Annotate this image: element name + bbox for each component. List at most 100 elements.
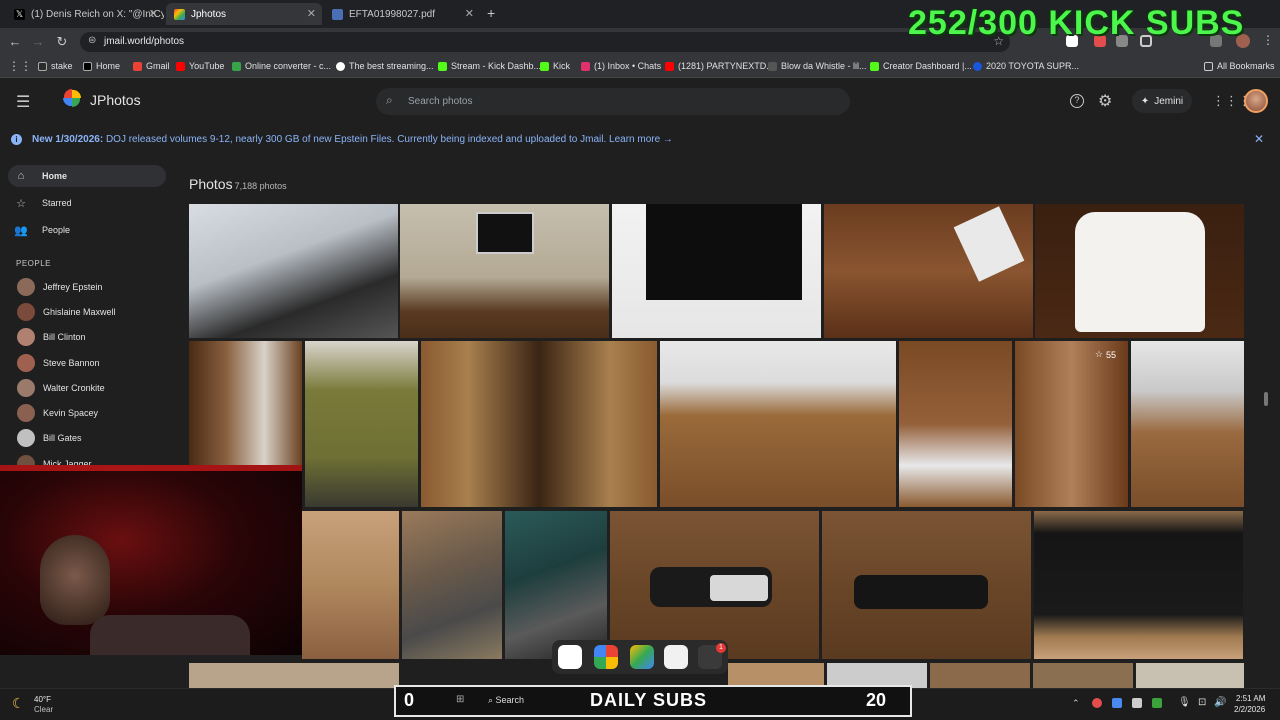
close-tab-icon[interactable]: ✕ [307, 7, 316, 20]
photo-thumbnail[interactable] [1034, 511, 1243, 659]
photo-count: 7,188 photos [234, 181, 287, 191]
bookmark-item[interactable]: Home [83, 61, 120, 71]
drive-icon[interactable] [630, 645, 654, 669]
tray-app-icon[interactable] [1152, 698, 1162, 708]
gmail-icon[interactable] [558, 645, 582, 669]
sidebar-item-home[interactable]: ⌂ Home [8, 165, 166, 187]
photo-thumbnail[interactable] [189, 663, 399, 688]
search-icon: ⌕ [386, 93, 393, 107]
bookmark-item[interactable]: YouTube [176, 61, 224, 71]
photo-thumbnail[interactable] [421, 341, 657, 507]
clock-date: 2/2/2026 [1234, 705, 1266, 714]
flights-icon[interactable] [664, 645, 688, 669]
browser-menu-icon[interactable]: ⋮ [1262, 33, 1274, 47]
bookmark-item[interactable]: Creator Dashboard |... [870, 61, 972, 71]
photo-thumbnail[interactable] [305, 341, 418, 507]
photos-icon[interactable] [594, 645, 618, 669]
reload-icon[interactable]: ↻ [54, 34, 70, 50]
star-icon: ☆ [16, 197, 26, 210]
bookmark-item[interactable]: 2020 TOYOTA SUPR... [973, 61, 1079, 71]
bookmark-item[interactable]: Online converter - c... [232, 61, 331, 71]
person-item[interactable]: Jeffrey Epstein [17, 277, 102, 297]
tray-chevron-icon[interactable]: ⌃ [1072, 698, 1080, 709]
forward-icon[interactable]: → [30, 34, 46, 49]
photo-thumbnail[interactable] [1033, 663, 1133, 688]
home-icon: ⌂ [17, 170, 25, 182]
bookmark-item[interactable]: Gmail [133, 61, 170, 71]
windows-start-icon[interactable]: ⊞ [456, 694, 464, 705]
close-tab-icon[interactable]: ✕ [149, 7, 158, 20]
account-avatar[interactable] [1244, 89, 1268, 113]
volume-icon[interactable]: 🔊 [1214, 697, 1226, 708]
people-icon: 👥 [14, 224, 28, 237]
tray-app-icon[interactable] [1092, 698, 1102, 708]
close-tab-icon[interactable]: ✕ [465, 7, 474, 20]
photo-thumbnail[interactable] [824, 204, 1033, 338]
sidebar-item-starred[interactable]: ☆ Starred [8, 192, 166, 214]
photo-thumbnail[interactable] [899, 341, 1012, 507]
taskbar-search[interactable]: ⌕ Search [488, 695, 524, 706]
photo-thumbnail[interactable] [660, 341, 896, 507]
help-icon[interactable]: ? [1070, 94, 1084, 108]
photo-thumbnail[interactable] [610, 511, 819, 659]
star-count-badge: ☆ 55 [1094, 349, 1116, 360]
info-icon: i [11, 134, 22, 145]
bookmark-item[interactable]: Kick [540, 61, 570, 71]
learn-more-link[interactable]: Learn more → [609, 134, 673, 145]
tab-x-post[interactable]: 𝕏 (1) Denis Reich on X: "@IntCyb ✕ [6, 3, 164, 25]
jemini-button[interactable]: ✦ Jemini [1132, 89, 1192, 113]
bookmarks-bar: ⋮⋮ stake Home Gmail YouTube Online conve… [0, 56, 1280, 78]
tray-app-icon[interactable] [1132, 698, 1142, 708]
photo-thumbnail[interactable] [1131, 341, 1244, 507]
person-item[interactable]: Kevin Spacey [17, 403, 98, 423]
photo-thumbnail[interactable] [402, 511, 502, 659]
tab-jphotos[interactable]: Jphotos ✕ [166, 3, 322, 25]
jphotos-icon [174, 8, 185, 20]
person-item[interactable]: Walter Cronkite [17, 378, 105, 398]
photo-thumbnail[interactable] [1035, 204, 1244, 338]
person-item[interactable]: Ghislaine Maxwell [17, 302, 116, 322]
search-icon: ⌕ [488, 695, 496, 705]
microphone-icon[interactable]: 🎙 [1178, 697, 1191, 708]
bookmark-item[interactable]: Stream - Kick Dashb... [438, 61, 541, 71]
tab-title: Jphotos [191, 8, 227, 20]
person-item[interactable]: Steve Bannon [17, 353, 100, 373]
site-info-icon[interactable]: ⊜ [88, 35, 96, 46]
all-bookmarks[interactable]: All Bookmarks [1204, 61, 1275, 71]
bookmark-item[interactable]: Blow da Whistle - lil... [768, 61, 867, 71]
scrollbar-thumb[interactable] [1264, 392, 1268, 406]
avatar [17, 354, 35, 372]
bluetooth-icon[interactable] [1112, 698, 1122, 708]
settings-gear-icon[interactable]: ⚙ [1098, 91, 1112, 111]
banner-date: New 1/30/2026: [32, 134, 104, 145]
sidebar-item-people[interactable]: 👥 People [8, 219, 166, 241]
photo-thumbnail[interactable] [189, 204, 398, 338]
new-tab-button[interactable]: + [487, 5, 495, 21]
photo-thumbnail[interactable] [1136, 663, 1244, 688]
search-input[interactable]: ⌕ Search photos [376, 88, 850, 115]
tab-pdf[interactable]: EFTA01998027.pdf ✕ [324, 3, 480, 25]
hamburger-menu-icon[interactable]: ☰ [16, 92, 30, 112]
photo-thumbnail[interactable] [612, 204, 821, 338]
bookmark-item[interactable]: The best streaming... [336, 61, 434, 71]
bookmark-item[interactable]: (1) Inbox • Chats [581, 61, 661, 71]
apps-grid-icon[interactable]: ⋮⋮ [8, 59, 32, 73]
bookmark-item[interactable]: stake [38, 61, 73, 71]
daily-subs-label: DAILY SUBS [590, 690, 708, 710]
clock-time[interactable]: 2:51 AM [1236, 694, 1265, 703]
bookmark-item[interactable]: (1281) PARTYNEXTD... [665, 61, 774, 71]
photo-thumbnail[interactable] [930, 663, 1030, 688]
back-icon[interactable]: ← [7, 34, 23, 49]
network-icon[interactable]: ⊡ [1198, 697, 1206, 708]
close-banner-icon[interactable]: ✕ [1254, 132, 1264, 146]
photo-thumbnail[interactable] [400, 204, 609, 338]
weather-temp[interactable]: 40°F [34, 695, 51, 704]
address-bar[interactable]: ⊜ jmail.world/photos ☆ [80, 32, 1010, 52]
photo-thumbnail[interactable] [302, 511, 399, 659]
photo-thumbnail[interactable]: ☆ 55 [1015, 341, 1128, 507]
photo-thumbnail[interactable] [822, 511, 1031, 659]
person-item[interactable]: Bill Gates [17, 428, 82, 448]
person-item[interactable]: Bill Clinton [17, 327, 86, 347]
avatar [17, 328, 35, 346]
photo-thumbnail[interactable] [505, 511, 607, 659]
